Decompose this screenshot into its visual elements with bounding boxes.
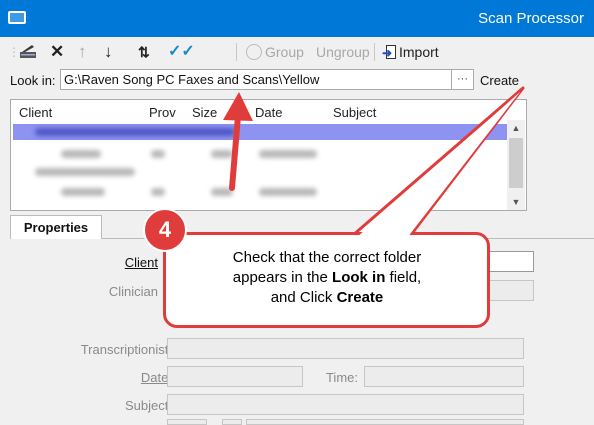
callout-tail-fill bbox=[356, 92, 520, 238]
step-number-badge: 4 bbox=[143, 208, 187, 252]
callout-line-3: and Click Create bbox=[270, 289, 384, 306]
callout-line-2: appears in the Look in field, bbox=[232, 269, 422, 286]
callout-line-1: Check that the correct folder bbox=[232, 249, 422, 266]
callout-tail-cover bbox=[356, 92, 520, 238]
callout-text: Check that the correct folder appears in… bbox=[182, 248, 472, 308]
